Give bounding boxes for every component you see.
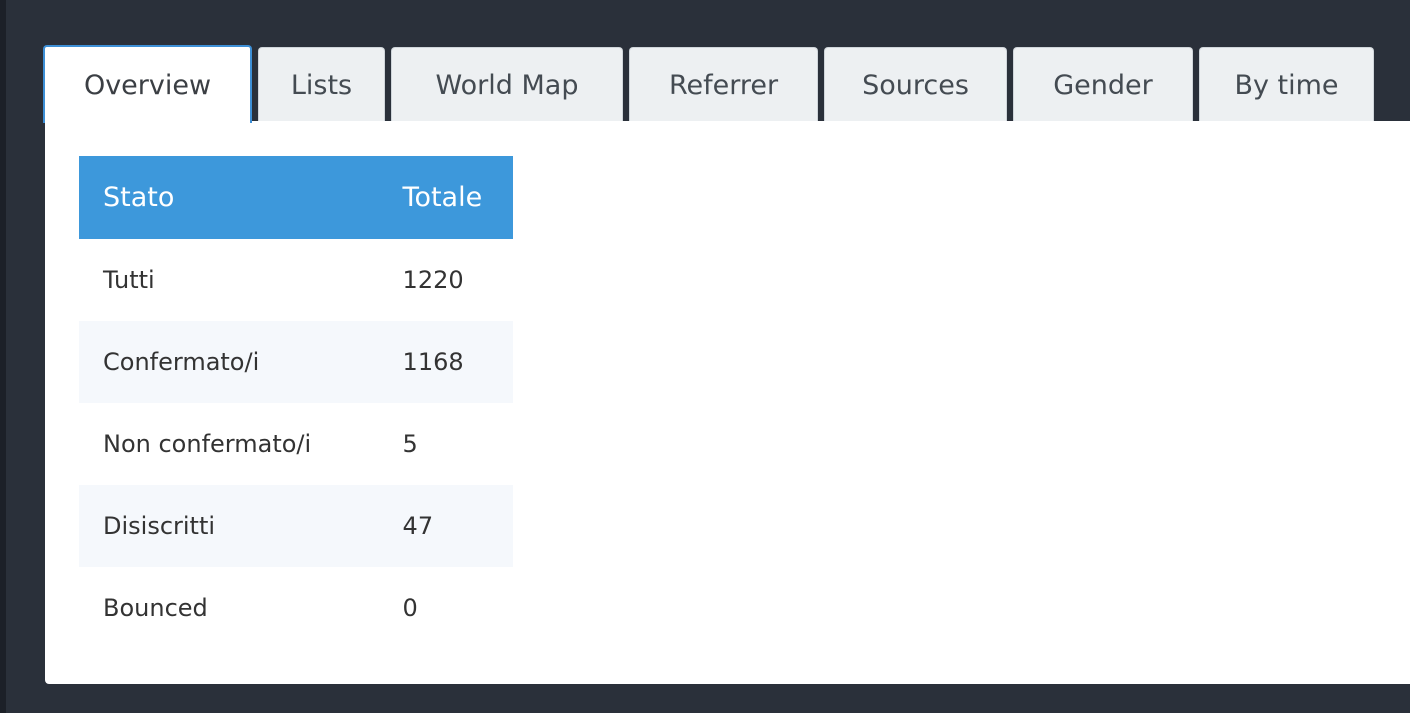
tab-referrer[interactable]: Referrer	[629, 47, 818, 123]
overview-panel: Stato Totale Tutti 1220 Confermato/i 116…	[45, 121, 1410, 684]
tab-overview[interactable]: Overview	[43, 45, 252, 123]
tab-gender[interactable]: Gender	[1013, 47, 1193, 123]
tab-lists[interactable]: Lists	[258, 47, 385, 123]
status-cell: Tutti	[103, 266, 155, 294]
table-row: Disiscritti 47	[79, 485, 513, 567]
status-table: Stato Totale Tutti 1220 Confermato/i 116…	[79, 156, 513, 649]
total-cell: 1220	[402, 266, 464, 294]
table-row: Non confermato/i 5	[79, 403, 513, 485]
table-row: Tutti 1220	[79, 239, 513, 321]
total-cell: 47	[383, 485, 513, 567]
total-cell: 1168	[383, 321, 513, 403]
column-header-total: Totale	[383, 156, 513, 239]
table-header-row: Stato Totale	[79, 156, 513, 239]
total-cell: 5	[402, 430, 418, 458]
table-row: Confermato/i 1168	[79, 321, 513, 403]
app-frame: Overview Lists World Map Referrer Source…	[0, 0, 1410, 713]
table-row: Bounced 0	[79, 567, 513, 649]
tab-sources[interactable]: Sources	[824, 47, 1007, 123]
status-cell: Confermato/i	[79, 321, 384, 403]
status-cell: Disiscritti	[79, 485, 384, 567]
status-cell: Non confermato/i	[103, 430, 312, 458]
total-cell: 0	[402, 594, 418, 622]
left-edge	[0, 0, 6, 713]
tab-bar: Overview Lists World Map Referrer Source…	[43, 45, 1380, 123]
tab-by-time[interactable]: By time	[1199, 47, 1374, 123]
column-header-status: Stato	[79, 156, 384, 239]
tab-world-map[interactable]: World Map	[391, 47, 623, 123]
status-cell: Bounced	[103, 594, 208, 622]
